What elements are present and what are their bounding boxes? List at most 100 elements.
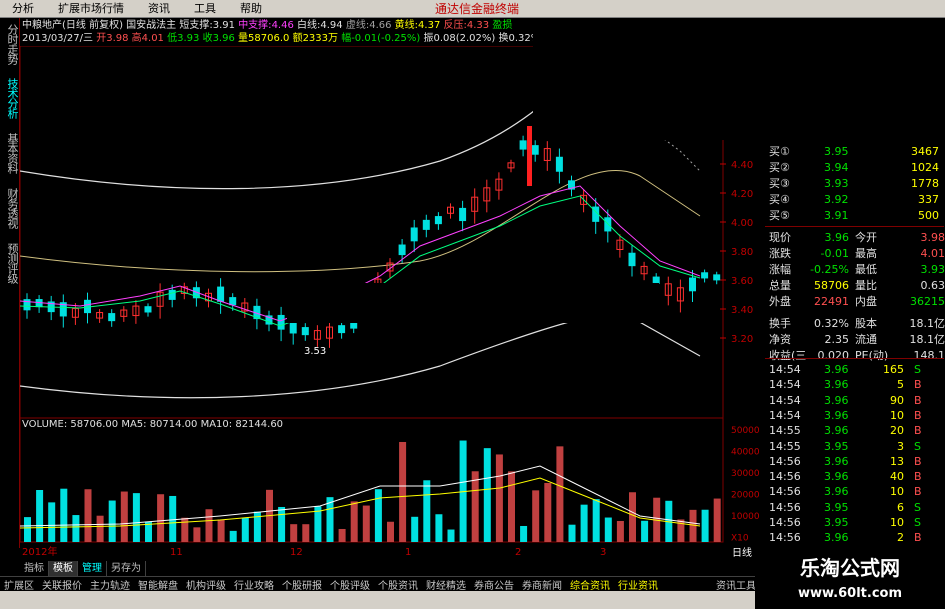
bid-price: 3.91 — [824, 209, 849, 222]
tab-technical[interactable]: 技术分析 — [2, 78, 19, 118]
yellow-line-value: 4.37 — [418, 20, 441, 31]
menu-item-extended-market[interactable]: 扩展市场行情 — [46, 0, 136, 18]
volume-bar — [108, 500, 116, 542]
news-tools-link[interactable]: 资讯工具 — [712, 577, 760, 592]
tab-rating[interactable]: 预测评级 — [2, 243, 19, 283]
bottom-link[interactable]: 行业攻略 — [230, 577, 278, 592]
candle-body — [422, 219, 430, 230]
price-axis-label: 3.20 — [731, 334, 753, 345]
candle-body — [217, 286, 225, 302]
tick-side: S — [914, 516, 921, 529]
menu-item-news[interactable]: 资讯 — [136, 0, 182, 18]
logo-name: 乐淘公式网 — [800, 556, 900, 580]
bottom-link[interactable]: 券商公告 — [470, 577, 518, 592]
stat-row: 换手 0.32% 股本 18.1亿 — [769, 316, 945, 332]
tab-manage[interactable]: 管理 — [78, 561, 107, 576]
bid-row: 买② 3.94 1024 — [769, 160, 945, 176]
open-label: 开 — [96, 33, 107, 44]
bottom-link[interactable]: 智能解盘 — [134, 577, 182, 592]
volume-bar — [616, 520, 624, 542]
tab-save-as[interactable]: 另存为 — [107, 561, 146, 576]
low-price-annotation: 3.53 — [304, 346, 326, 357]
price-axis-label: 3.80 — [731, 247, 753, 258]
tab-template[interactable]: 模板 — [49, 561, 78, 576]
candle-body — [689, 277, 696, 292]
tick-volume: 10 — [890, 485, 904, 499]
bottom-link[interactable]: 主力轨迹 — [86, 577, 134, 592]
tick-row: 14:56 3.96 2 B — [769, 530, 945, 546]
bid-row: 买⑤ 3.91 500 — [769, 208, 945, 224]
stat-label: 总量 — [769, 279, 791, 292]
bid-row: 买① 3.95 3467 — [769, 144, 945, 160]
volume-bar — [157, 494, 165, 542]
stat-label: 最高 — [855, 247, 877, 260]
open-value: 3.98 — [106, 33, 129, 44]
bid-price: 3.95 — [824, 145, 849, 158]
bid-price: 3.93 — [824, 177, 849, 190]
tick-volume: 2 — [897, 531, 904, 545]
volume-bar — [241, 517, 249, 542]
stat-value: 36215 — [910, 295, 945, 308]
volume-axis-label: 10000 — [731, 512, 760, 522]
bottom-link[interactable]: 个股评级 — [326, 577, 374, 592]
volume-bar — [374, 489, 382, 542]
dotted-line — [659, 135, 701, 172]
volume-bar — [24, 517, 31, 542]
menu-item-tools[interactable]: 工具 — [182, 0, 228, 18]
date-axis-label: 1 — [405, 547, 411, 558]
watermark-logo: 乐淘公式网 www.60lt.com — [755, 552, 945, 609]
upper-band-line — [20, 46, 601, 190]
volume-bar — [604, 517, 612, 542]
quote-divider — [765, 226, 944, 227]
tab-intraday[interactable]: 分时走势 — [2, 24, 19, 64]
redacted-area-top — [533, 18, 945, 140]
bottom-link[interactable]: 综合资讯 — [566, 577, 614, 592]
bid-volume: 337 — [918, 193, 939, 206]
amount-value: 2333万 — [302, 33, 339, 44]
support-value: 3.91 — [212, 20, 235, 31]
bid-row: 买③ 3.93 1778 — [769, 176, 945, 192]
bottom-link[interactable]: 扩展区 — [0, 577, 38, 592]
bid-label: 买④ — [769, 193, 790, 206]
tab-indicator[interactable]: 指标 — [20, 561, 49, 576]
tab-finance[interactable]: 财务透视 — [2, 188, 19, 228]
date-axis-label: 2012年 — [22, 545, 57, 558]
volume-bar — [362, 505, 370, 542]
volume-bar — [520, 525, 528, 542]
tick-price: 3.96 — [824, 485, 849, 499]
tick-row: 14:55 3.95 3 S — [769, 439, 945, 455]
stat-label: 现价 — [769, 231, 791, 244]
tick-time: 14:56 — [769, 470, 801, 484]
tick-time: 14:54 — [769, 378, 801, 392]
bottom-link[interactable]: 机构评级 — [182, 577, 230, 592]
indicator-tabs: 指标 模板 管理 另存为 — [20, 561, 146, 576]
menu-item-analysis[interactable]: 分析 — [0, 0, 46, 18]
tick-side: B — [914, 424, 922, 438]
menu-item-help[interactable]: 帮助 — [228, 0, 274, 18]
bottom-link[interactable]: 财经精选 — [422, 577, 470, 592]
virtual-line-value: 4.66 — [369, 20, 392, 31]
bottom-link[interactable]: 行业资讯 — [614, 577, 662, 592]
volume-bar — [508, 471, 515, 542]
bottom-link[interactable]: 券商新闻 — [518, 577, 566, 592]
tab-basic-info[interactable]: 基本资料 — [2, 133, 19, 173]
mid-support-label: 中支撑: — [238, 20, 272, 31]
low-label: 低 — [167, 33, 178, 44]
bottom-link[interactable]: 关联报价 — [38, 577, 86, 592]
candle-body — [108, 313, 116, 322]
tick-side: B — [914, 485, 922, 499]
volume-bar — [290, 524, 298, 542]
indicator-name[interactable]: 国安战法主 — [126, 20, 176, 31]
volume-bar — [217, 519, 225, 542]
virtual-line-label: 虚线: — [345, 20, 370, 31]
volume-label: 量 — [238, 33, 249, 44]
bottom-link[interactable]: 个股研报 — [278, 577, 326, 592]
candle-body — [410, 227, 418, 242]
tick-row: 14:54 3.96 10 B — [769, 408, 945, 424]
bid-label: 买② — [769, 161, 790, 174]
bottom-link[interactable]: 个股资讯 — [374, 577, 422, 592]
stat-label: 换手 — [769, 317, 791, 330]
tick-price: 3.96 — [824, 454, 849, 468]
support-label: 短支撑: — [179, 20, 213, 31]
tick-volume: 3 — [897, 439, 904, 453]
